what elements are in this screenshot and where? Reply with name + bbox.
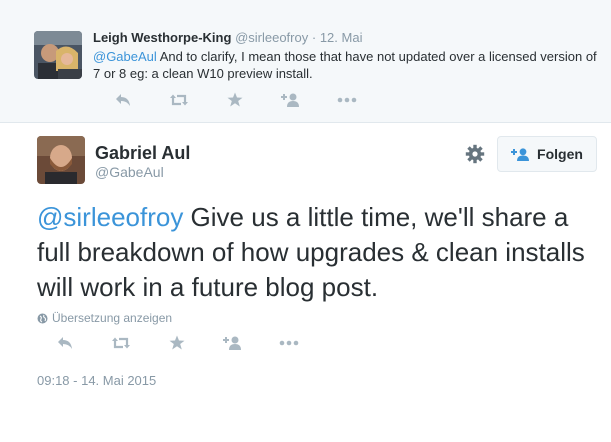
favorite-icon xyxy=(169,335,185,350)
favorite-button[interactable] xyxy=(207,92,263,107)
main-favorite-button[interactable] xyxy=(149,335,205,350)
retweet-icon xyxy=(112,337,130,348)
main-more-button[interactable] xyxy=(261,340,317,346)
gear-icon xyxy=(465,144,485,164)
reply-icon xyxy=(58,336,72,349)
main-author-handle[interactable]: @GabeAul xyxy=(95,164,164,180)
reply-tweet-actions xyxy=(95,92,375,107)
translate-link[interactable]: Übersetzung anzeigen xyxy=(37,311,172,325)
follow-button-label: Folgen xyxy=(537,146,583,162)
follow-icon xyxy=(223,336,241,350)
globe-icon xyxy=(37,313,48,323)
avatar-gabriel[interactable] xyxy=(37,136,85,184)
reply-button[interactable] xyxy=(95,93,151,107)
follow-icon xyxy=(281,93,299,107)
main-author-name[interactable]: Gabriel Aul xyxy=(95,143,190,164)
follow-person-icon xyxy=(511,147,530,161)
avatar-leigh[interactable] xyxy=(34,31,82,79)
main-follow-author-button[interactable] xyxy=(205,336,261,350)
main-tweet-text: @sirleeofroy Give us a little time, we'l… xyxy=(37,200,597,305)
retweet-icon xyxy=(170,94,188,105)
more-icon xyxy=(337,97,357,102)
user-actions-button[interactable] xyxy=(465,144,485,169)
favorite-icon xyxy=(227,92,243,107)
reply-tweet-header: Leigh Westhorpe-King @sirleeofroy · 12. … xyxy=(93,30,362,45)
reply-mention-link[interactable]: @GabeAul xyxy=(93,49,157,64)
reply-tweet-text: @GabeAul And to clarify, I mean those th… xyxy=(93,48,598,82)
more-button[interactable] xyxy=(319,97,375,103)
reply-author-handle[interactable]: @sirleeofroy xyxy=(235,30,308,45)
reply-text-body: And to clarify, I mean those that have n… xyxy=(93,49,597,81)
reply-date[interactable]: 12. Mai xyxy=(320,30,363,45)
translate-label: Übersetzung anzeigen xyxy=(52,311,173,325)
main-tweet-actions xyxy=(37,335,317,350)
follow-author-button[interactable] xyxy=(263,93,319,107)
reply-author-name[interactable]: Leigh Westhorpe-King xyxy=(93,30,231,45)
reply-tweet: Leigh Westhorpe-King @sirleeofroy · 12. … xyxy=(0,0,611,123)
reply-date-separator: · xyxy=(311,30,317,45)
more-icon xyxy=(279,340,299,345)
retweet-button[interactable] xyxy=(151,93,207,107)
reply-icon xyxy=(116,93,130,106)
main-reply-button[interactable] xyxy=(37,336,93,350)
tweet-timestamp[interactable]: 09:18 - 14. Mai 2015 xyxy=(37,373,156,388)
main-retweet-button[interactable] xyxy=(93,336,149,350)
follow-button[interactable]: Folgen xyxy=(497,136,597,172)
main-mention-link[interactable]: @sirleeofroy xyxy=(37,202,183,232)
